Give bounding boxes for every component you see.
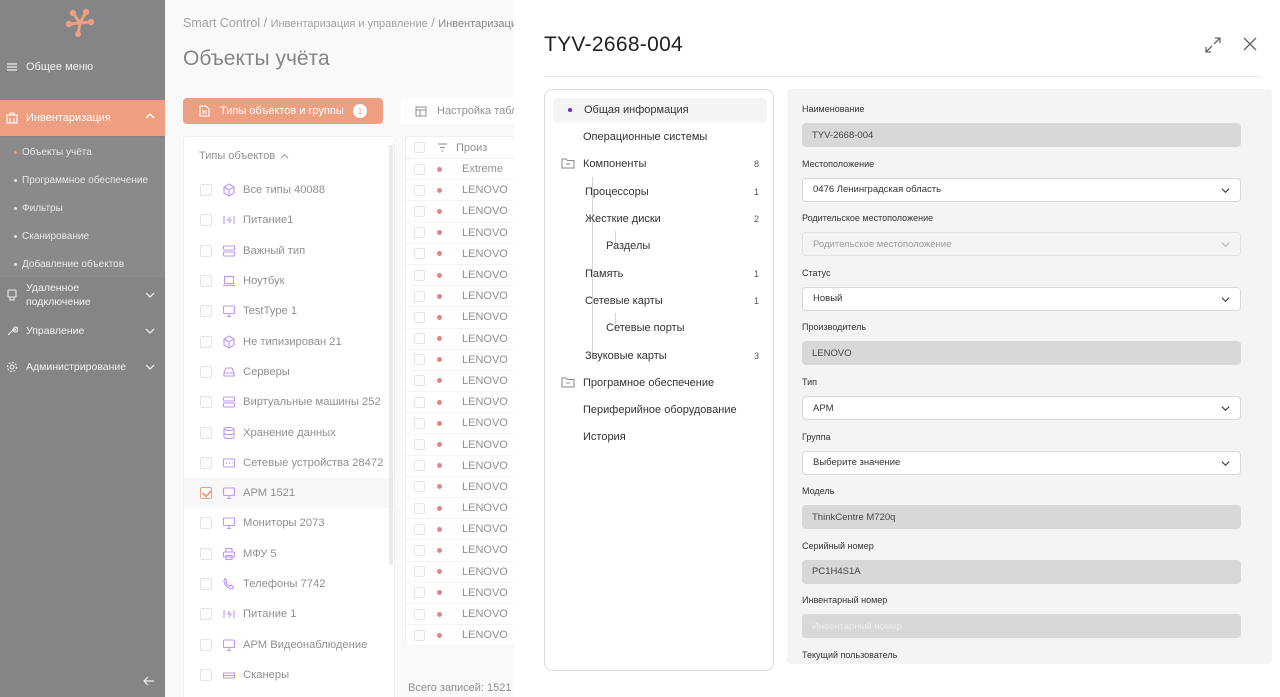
- tree-item-count: 2: [753, 214, 759, 224]
- field-label: Инвентарный номер: [802, 595, 888, 606]
- text-field[interactable]: LENOVO: [802, 341, 1241, 366]
- tree-item-count: 1: [753, 187, 759, 197]
- tree-item-label: Звуковые карты: [585, 350, 667, 362]
- field-value: Родительское местоположение: [813, 238, 952, 250]
- select-field[interactable]: Новый: [802, 286, 1241, 311]
- field-label: Наименование: [802, 104, 865, 114]
- object-detail-drawer: TYV-2668-004 Общая информация Операционны…: [514, 0, 1280, 697]
- field-value: Инвентарный номер: [812, 620, 903, 632]
- tree-item-label: Операционные системы: [583, 131, 708, 143]
- tree-item[interactable]: Сетевые порты: [545, 316, 773, 340]
- chevron-down-icon: [1221, 460, 1230, 466]
- field-value: LENOVO: [812, 347, 852, 359]
- tree-item-count: 8: [753, 159, 759, 169]
- general-info-form: Наименование TYV-2668-004 Местоположение 04…: [787, 89, 1272, 664]
- tree-item-label: Периферийное оборудование: [583, 404, 737, 416]
- tree-item-label: Програмное обеспечение: [583, 377, 715, 389]
- tree-item[interactable]: Разделы: [545, 234, 773, 258]
- text-field[interactable]: Инвентарный номер: [802, 614, 1241, 639]
- select-field[interactable]: АРМ: [802, 396, 1241, 420]
- text-field[interactable]: TYV-2668-004: [802, 123, 1241, 147]
- close-icon[interactable]: [1242, 36, 1258, 52]
- tree-item-count: 3: [753, 351, 759, 361]
- chevron-down-icon: [1221, 242, 1230, 248]
- select-field[interactable]: Выберите значение: [802, 450, 1241, 475]
- text-field[interactable]: ThinkCentre M720q: [802, 505, 1241, 530]
- tree-item[interactable]: История: [545, 425, 773, 449]
- chevron-down-icon: [1221, 297, 1230, 302]
- expand-icon[interactable]: [1204, 36, 1222, 54]
- tree-item-label: Процессоры: [585, 186, 649, 198]
- field-value: TYV-2668-004: [812, 129, 874, 141]
- tree-item[interactable]: Сетевые карты 1: [545, 289, 773, 313]
- select-field[interactable]: 0476 Ленинградская область: [802, 177, 1241, 202]
- field-label: Модель: [802, 486, 835, 497]
- tree-item-label: Жесткие диски: [585, 213, 661, 225]
- modal-overlay[interactable]: [0, 0, 514, 697]
- field-label: Местоположение: [802, 158, 875, 169]
- sections-tree: Общая информация Операционные системы Комп…: [544, 89, 774, 671]
- tree-item-label: Память: [585, 268, 624, 280]
- tree-item-count: 1: [753, 296, 759, 306]
- field-label: Текущий пользователь: [802, 650, 898, 660]
- drawer-title: TYV-2668-004: [544, 33, 684, 56]
- tree-item[interactable]: Общая информация: [553, 98, 767, 122]
- tree-item[interactable]: Компоненты 8: [545, 152, 773, 176]
- field-label: Родительское местоположение: [802, 213, 934, 224]
- tree-item-label: История: [583, 431, 626, 443]
- tree-item[interactable]: Процессоры 1: [545, 180, 773, 204]
- tree-item[interactable]: Програмное обеспечение: [545, 371, 773, 395]
- tree-item[interactable]: Периферийное оборудование: [545, 398, 773, 422]
- folder-icon: [561, 158, 575, 169]
- field-value: Новый: [813, 293, 843, 305]
- tree-item[interactable]: Операционные системы: [545, 125, 773, 149]
- tree-item-label: Компоненты: [583, 158, 647, 170]
- active-bullet-icon: [568, 108, 572, 112]
- tree-item-label: Сетевые порты: [606, 322, 685, 334]
- text-field[interactable]: PC1H4S1A: [802, 559, 1241, 584]
- tree-item-label: Разделы: [606, 240, 651, 252]
- tree-item-label: Сетевые карты: [585, 295, 663, 307]
- folder-icon: [561, 377, 575, 388]
- field-value: Выберите значение: [813, 457, 901, 469]
- tree-item-count: 1: [753, 269, 759, 279]
- drawer-divider: [544, 76, 1260, 77]
- field-value: 0476 Ленинградская область: [813, 184, 942, 196]
- chevron-down-icon: [1221, 187, 1230, 193]
- chevron-down-icon: [1221, 406, 1230, 412]
- field-value: АРМ: [813, 402, 834, 414]
- field-value: PC1H4S1A: [812, 566, 861, 578]
- select-field[interactable]: Родительское местоположение: [802, 232, 1241, 257]
- field-label: Серийный номер: [802, 540, 874, 551]
- tree-item[interactable]: Жесткие диски 2: [545, 207, 773, 231]
- field-label: Тип: [802, 377, 818, 387]
- tree-item[interactable]: Звуковые карты 3: [545, 344, 773, 368]
- tree-item-label: Общая информация: [584, 104, 689, 116]
- tree-item[interactable]: Память 1: [545, 262, 773, 286]
- field-value: ThinkCentre M720q: [812, 511, 896, 523]
- field-label: Производитель: [802, 322, 867, 333]
- field-label: Статус: [802, 267, 831, 278]
- field-label: Группа: [802, 431, 831, 442]
